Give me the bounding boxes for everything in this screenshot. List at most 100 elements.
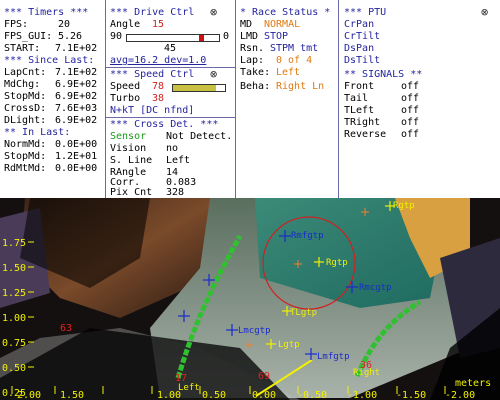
slider-max-label: 0 [223, 31, 230, 42]
cross-title: *** Cross Det. *** [110, 119, 219, 130]
pixcnt-value: 328 [166, 187, 185, 198]
stopmd2-value: 1.2E+01 [55, 151, 98, 162]
signal-front-value: off [401, 81, 420, 92]
angle-slider[interactable] [126, 34, 220, 42]
label-63: 63 [60, 323, 72, 334]
ptu-item-dstilt[interactable]: DsTilt [344, 55, 380, 67]
lap-label: Lap: [240, 55, 265, 66]
signal-reverse-value: off [401, 129, 420, 140]
rdmtmd-label: RdMtMd: [4, 163, 47, 174]
signal-tright-value: off [401, 117, 420, 128]
vision-label: Vision [110, 143, 147, 154]
signal-front-label: Front [344, 81, 375, 92]
close-icon[interactable]: ⊗ [210, 68, 217, 80]
lmd-value: STOP [264, 31, 289, 42]
dlight-value: 6.9E+02 [55, 115, 98, 126]
label-tlgtp: TLgtp [290, 308, 317, 318]
angle-value: 15 [152, 19, 165, 30]
x-tick-label: 0.00 [252, 390, 276, 400]
speed-label: Speed [110, 81, 141, 92]
normmd-label: NormMd: [4, 139, 47, 150]
signal-tleft-label: TLeft [344, 105, 375, 116]
ptu-panel: *** PTU ⊗ CrPan CrTilt DsPan DsTilt ** S… [339, 0, 500, 198]
label-left: Left [178, 383, 200, 393]
race-panel: * Race Status * MD NORMAL LMD STOP Rsn. … [236, 0, 338, 198]
mdchg-value: 6.9E+02 [55, 79, 98, 90]
rsn-label: Rsn. [240, 43, 265, 54]
y-tick-label: 1.25 [2, 288, 26, 299]
crossd-value: 7.6E+03 [55, 103, 98, 114]
timers-title: *** Timers *** [4, 7, 89, 18]
signal-reverse-label: Reverse [344, 129, 387, 140]
race-title: * Race Status * [240, 7, 331, 18]
ptu-item-crtilt[interactable]: CrTilt [344, 31, 380, 43]
signals-title: ** SIGNALS ** [344, 69, 423, 80]
stopmd-value: 6.9E+02 [55, 91, 98, 102]
rsn-value: STPM tmt [270, 43, 319, 54]
lapcnt-value: 7.1E+02 [55, 67, 98, 78]
timers-panel: *** Timers *** FPS: 20 FPS_GUI: 5.26 STA… [0, 0, 104, 198]
ptu-item-dspan[interactable]: DsPan [344, 43, 374, 55]
units-label: meters [455, 378, 491, 389]
speed-title: *** Speed Ctrl [110, 69, 195, 80]
drive-title: *** Drive Ctrl [110, 7, 195, 18]
y-tick-label: 1.75 [2, 238, 26, 249]
lapcnt-label: LapCnt: [4, 67, 47, 78]
y-tick-label: 0.75 [2, 338, 26, 349]
take-value: Left [276, 67, 301, 78]
in-last-title: ** In Last: [4, 127, 71, 138]
fps-gui-value: 5.26 [58, 31, 83, 42]
start-value: 7.1E+02 [55, 43, 98, 54]
close-icon[interactable]: ⊗ [481, 6, 488, 18]
label-36: 36 [360, 360, 372, 371]
ptu-title: *** PTU [344, 7, 387, 18]
x-tick-label: -1.50 [396, 390, 426, 400]
camera-view[interactable]: Rgtp Rmfgtp Rgtp Rmcgtp TLgtp Lmcgtp Lgt… [0, 198, 500, 400]
close-icon[interactable]: ⊗ [210, 6, 217, 18]
vision-value: no [166, 143, 179, 154]
beha-value: Right Ln [276, 81, 325, 92]
signal-tail-label: Tail [344, 93, 369, 104]
fps-value: 20 [58, 19, 71, 30]
angle-slider-knob[interactable] [199, 35, 205, 41]
camera-overlay: Rgtp Rmfgtp Rgtp Rmcgtp TLgtp Lmcgtp Lgt… [0, 198, 500, 400]
mdchg-label: MdChg: [4, 79, 41, 90]
label-lmfgtp: Lmfgtp [317, 352, 350, 362]
slider-mid-label: 45 [164, 43, 177, 54]
lap-value: 0 of 4 [276, 55, 313, 66]
x-tick-label: 2.00 [17, 390, 41, 400]
sensor-value: Not Detect. [166, 131, 233, 142]
sensor-label: Sensor [110, 131, 147, 142]
angle-label: Angle [110, 19, 141, 30]
sline-value: Left [166, 155, 191, 166]
fps-gui-label: FPS_GUI: [4, 31, 53, 42]
take-label: Take: [240, 67, 271, 78]
slider-min-label: 90 [110, 31, 123, 42]
label-rgtp-top: Rgtp [393, 201, 415, 211]
x-tick-label: -2.00 [445, 390, 475, 400]
signal-tail-value: off [401, 93, 420, 104]
pixcnt-label: Pix Cnt [110, 187, 153, 198]
dlight-label: DLight: [4, 115, 47, 126]
rdmtmd-value: 0.0E+00 [55, 163, 98, 174]
stopmd-label: StopMd: [4, 91, 47, 102]
label-17: 17 [175, 373, 187, 384]
turbo-value: 38 [152, 93, 165, 104]
fps-label: FPS: [4, 19, 29, 30]
avg-dev-readout: avg=16.2 dev=1.0 [110, 55, 207, 66]
label-rmfgtp: Rmfgtp [291, 231, 324, 241]
signal-tright-label: TRight [344, 117, 381, 128]
label-69: 69 [258, 371, 270, 382]
lmd-label: LMD [240, 31, 259, 42]
x-tick-label: 0.50 [202, 390, 226, 400]
since-last-title: *** Since Last: [4, 55, 95, 66]
label-lmcgtp: Lmcgtp [238, 326, 271, 336]
speed-value: 78 [152, 81, 165, 92]
crossd-label: CrossD: [4, 103, 47, 114]
stopmd2-label: StopMd: [4, 151, 47, 162]
y-tick-label: 1.00 [2, 313, 26, 324]
nkt-status: N+kT [DC nfnd] [110, 105, 195, 116]
ptu-item-crpan[interactable]: CrPan [344, 19, 374, 31]
y-tick-label: 1.50 [2, 263, 26, 274]
label-lgtp: Lgtp [278, 340, 300, 350]
